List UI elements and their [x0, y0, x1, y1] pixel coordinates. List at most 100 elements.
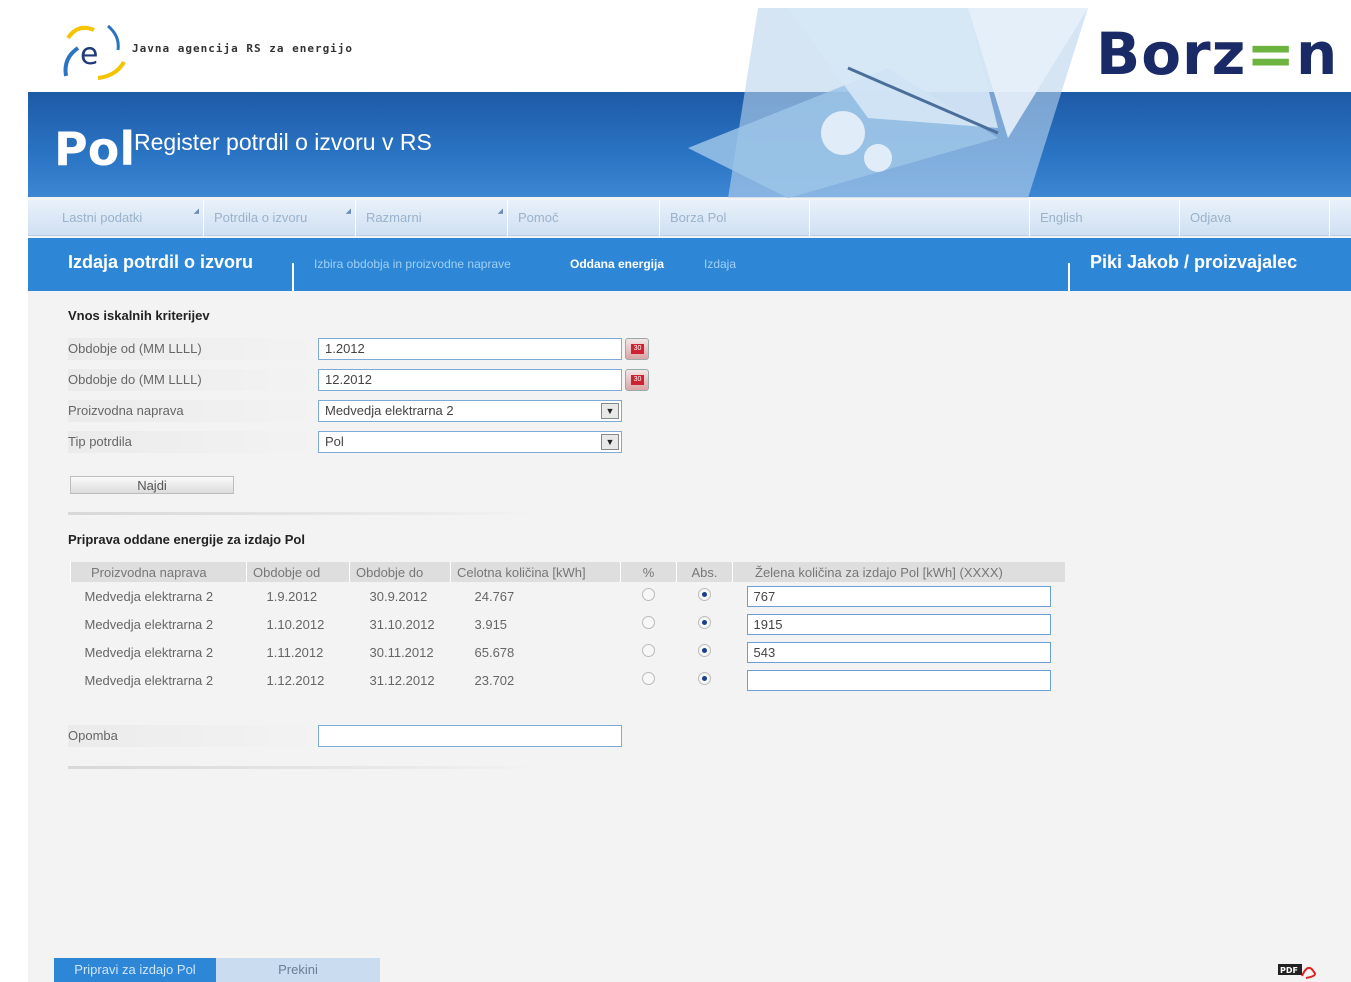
abs-radio[interactable]: [698, 672, 711, 685]
cell-device: Medvedja elektrarna 2: [84, 672, 214, 688]
col-abs: Abs.: [676, 562, 733, 582]
cell-total: 3.915: [474, 616, 508, 632]
nav-item-logout[interactable]: Odjava: [1182, 200, 1330, 236]
nav-item-spacer: [812, 200, 1030, 236]
desired-amount-input[interactable]: 767: [746, 585, 1051, 607]
type-select-value: Pol: [325, 434, 344, 449]
abs-radio[interactable]: [698, 588, 711, 601]
cell-total: 24.767: [474, 588, 515, 604]
nav-item-english[interactable]: English: [1032, 200, 1180, 236]
col-period-from: Obdobje od: [246, 562, 350, 582]
nav-item-label: Potrdila o izvoru: [214, 210, 308, 225]
nav-item-label: English: [1040, 210, 1083, 225]
section-header: Izdaja potrdil o izvoru Izbira obdobja i…: [28, 238, 1351, 291]
desired-amount-input[interactable]: 543: [746, 641, 1051, 663]
agency-logo-letter: e: [80, 37, 98, 72]
prepare-issue-button[interactable]: Pripravi za izdajo Pol: [54, 958, 216, 982]
device-select-value: Medvedja elektrarna 2: [325, 403, 454, 418]
pdf-icon[interactable]: PDF: [1276, 958, 1320, 980]
nav-item-label: Pomoč: [518, 210, 559, 225]
cell-from: 1.12.2012: [266, 672, 325, 688]
nav-item-own-data[interactable]: Lastni podatki ◢: [54, 200, 204, 236]
abs-radio[interactable]: [698, 644, 711, 657]
nav-arrow-icon: ◢: [497, 208, 503, 215]
app-frame: e Javna agencija RS za energijo Borz=n P…: [28, 0, 1351, 982]
device-select[interactable]: Medvedja elektrarna 2 ▼: [318, 400, 622, 422]
calendar-to-icon[interactable]: 30: [625, 369, 649, 391]
find-button[interactable]: Najdi: [70, 476, 234, 494]
pdf-icon-text: PDF: [1280, 966, 1298, 975]
cell-to: 30.11.2012: [369, 644, 434, 660]
table-row: Medvedja elektrarna 2 1.11.2012 30.11.20…: [71, 638, 1065, 666]
period-to-input[interactable]: 12.2012: [318, 369, 622, 391]
percent-radio[interactable]: [642, 616, 655, 629]
percent-radio[interactable]: [642, 672, 655, 685]
app-subtitle: Register potrdil o izvoru v RS: [134, 129, 432, 155]
section-title: Izdaja potrdil o izvoru: [68, 252, 254, 272]
calendar-day: 30: [631, 375, 644, 385]
col-percent: %: [620, 562, 677, 582]
col-desired: Želena količina za izdajo Pol [kWh] (XXX…: [732, 562, 1065, 582]
cell-device: Medvedja elektrarna 2: [84, 644, 214, 660]
nav-item-label: Borza Pol: [670, 210, 727, 225]
step-select-period[interactable]: Izbira obdobja in proizvodne naprave: [314, 257, 511, 271]
separator: [292, 263, 294, 291]
nav-item-help[interactable]: Pomoč: [510, 200, 660, 236]
calendar-from-icon[interactable]: 30: [625, 338, 649, 360]
divider: [68, 766, 538, 769]
nav-item-label: Lastni podatki: [62, 210, 143, 225]
table-header-row: Proizvodna naprava Obdobje od Obdobje do…: [70, 562, 1065, 582]
nav-item-lists[interactable]: Razmarni ◢: [358, 200, 508, 236]
chevron-down-icon[interactable]: ▼: [601, 403, 619, 419]
divider: [68, 512, 538, 515]
nav-item-label: Odjava: [1190, 210, 1232, 225]
step-delivered-energy[interactable]: Oddana energija: [570, 257, 664, 271]
nav-item-label: Razmarni: [366, 210, 422, 225]
device-label: Proizvodna naprava: [68, 400, 318, 422]
header-illustration: [688, 8, 1088, 198]
brand-logo-prefix: Borz: [1096, 20, 1247, 88]
search-heading: Vnos iskalnih kriterijev: [68, 308, 210, 323]
period-to-label: Obdobje do (MM LLLL): [68, 369, 318, 391]
step-issue[interactable]: Izdaja: [704, 257, 736, 271]
type-label: Tip potrdila: [68, 431, 318, 453]
nav-item-certificates[interactable]: Potrdila o izvoru ◢: [206, 200, 356, 236]
brand-logo-accent: =: [1246, 20, 1297, 88]
period-from-label: Obdobje od (MM LLLL): [68, 338, 318, 360]
cell-to: 31.12.2012: [369, 672, 435, 688]
chevron-down-icon[interactable]: ▼: [601, 434, 619, 450]
cell-device: Medvedja elektrarna 2: [84, 616, 214, 632]
percent-radio[interactable]: [642, 644, 655, 657]
cell-total: 65.678: [474, 644, 515, 660]
table-row: Medvedja elektrarna 2 1.12.2012 31.12.20…: [71, 666, 1065, 694]
desired-amount-input[interactable]: 1915: [746, 613, 1051, 635]
cell-total: 23.702: [474, 672, 515, 688]
app-title: Pol: [54, 122, 136, 176]
period-from-input[interactable]: 1.2012: [318, 338, 622, 360]
desired-amount-input[interactable]: [746, 669, 1051, 691]
cell-from: 1.11.2012: [266, 644, 324, 660]
cell-to: 30.9.2012: [369, 588, 428, 604]
separator: [1068, 263, 1070, 291]
col-device: Proizvodna naprava: [70, 562, 247, 582]
cell-from: 1.10.2012: [266, 616, 325, 632]
agency-name: Javna agencija RS za energijo: [132, 42, 354, 55]
user-label: Piki Jakob / proizvajalec: [1090, 252, 1298, 272]
brand-logo-suffix: n: [1296, 20, 1339, 88]
energy-table: Proizvodna naprava Obdobje od Obdobje do…: [70, 562, 1065, 694]
agency-logo-icon: e: [63, 24, 126, 80]
abs-radio[interactable]: [698, 616, 711, 629]
table-row: Medvedja elektrarna 2 1.9.2012 30.9.2012…: [71, 582, 1065, 610]
nav-item-exchange[interactable]: Borza Pol: [662, 200, 810, 236]
energy-heading: Priprava oddane energije za izdajo Pol: [68, 532, 305, 547]
cell-to: 31.10.2012: [369, 616, 435, 632]
note-input[interactable]: [318, 725, 622, 747]
type-select[interactable]: Pol ▼: [318, 431, 622, 453]
calendar-day: 30: [631, 344, 644, 354]
table-row: Medvedja elektrarna 2 1.10.2012 31.10.20…: [71, 610, 1065, 638]
percent-radio[interactable]: [642, 588, 655, 601]
cell-device: Medvedja elektrarna 2: [84, 588, 214, 604]
nav-arrow-icon: ◢: [193, 208, 199, 215]
cancel-button[interactable]: Prekini: [216, 958, 380, 982]
note-label: Opomba: [68, 725, 318, 747]
